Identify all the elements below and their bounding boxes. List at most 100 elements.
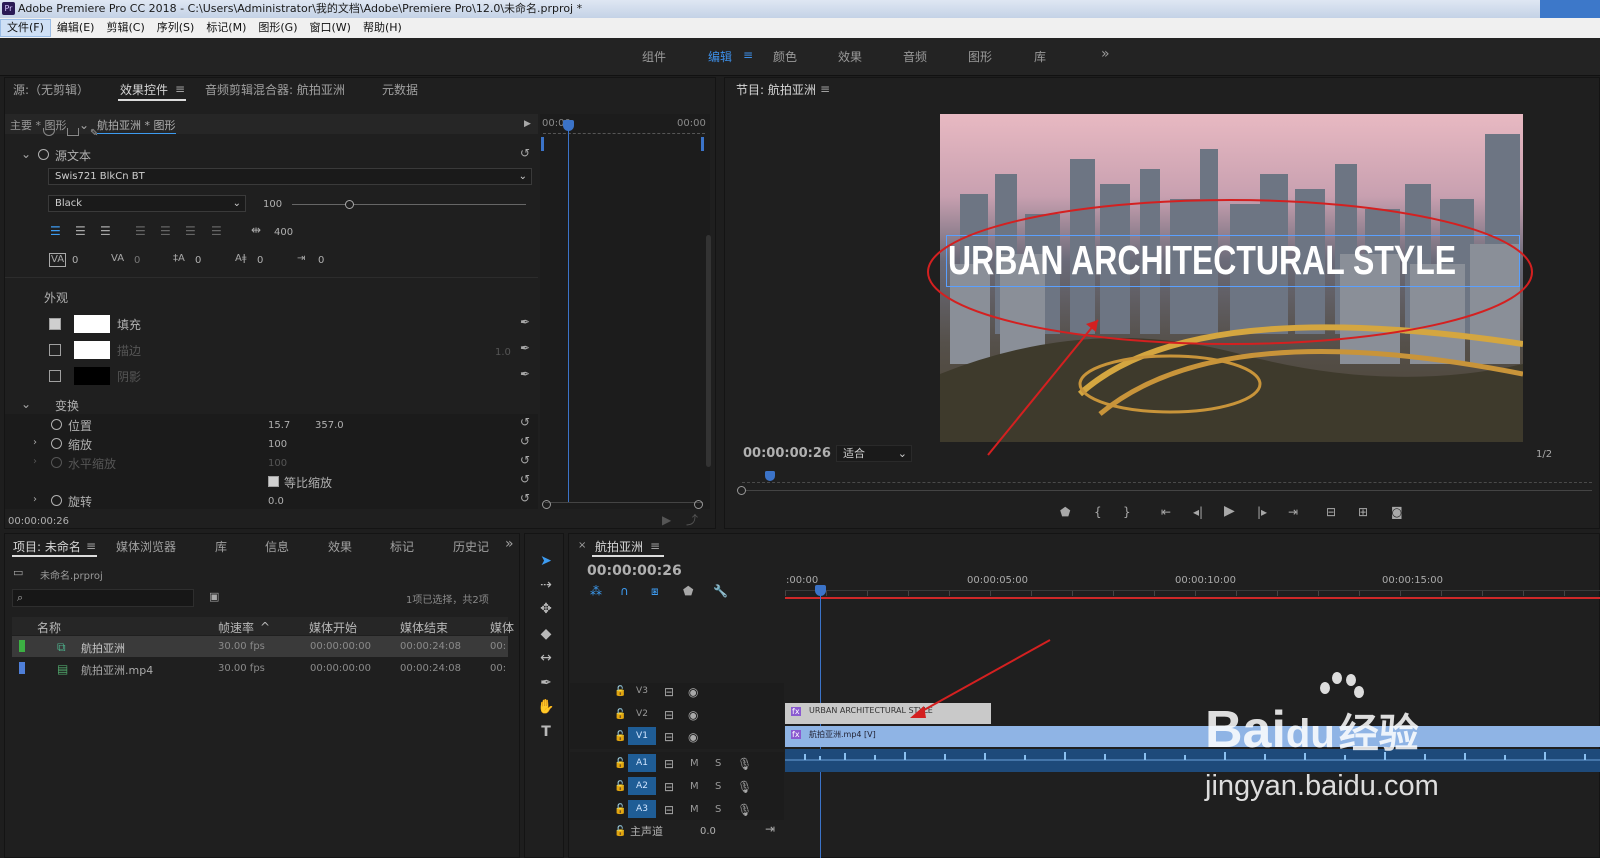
chevron-down-icon[interactable]: ⌄ [79,119,89,131]
extract-icon[interactable]: ⊞ [1358,506,1368,518]
mute-button[interactable]: M [690,758,699,769]
mark-in-icon[interactable]: { [1094,506,1102,518]
stopwatch-icon[interactable] [51,419,62,430]
font-style-dropdown[interactable]: Black ⌄ [48,195,246,212]
font-size-value[interactable]: 100 [263,199,282,210]
row-name[interactable]: 航拍亚洲.mp4 [81,662,153,678]
leading-value[interactable]: 0 [134,255,140,266]
program-timecode[interactable]: 00:00:00:26 [743,446,831,461]
baseline-shift-value[interactable]: 0 [195,255,201,266]
program-ruler[interactable] [742,482,1592,483]
menu-clip[interactable]: 剪辑(C) [100,18,150,38]
align-left-icon[interactable]: ☰ [50,225,61,237]
menu-help[interactable]: 帮助(H) [357,18,408,38]
selection-tool-icon[interactable]: ➤ [537,552,555,570]
tracking-value[interactable]: 400 [274,227,293,238]
lock-icon[interactable]: 🔓 [614,781,626,793]
window-controls[interactable] [1540,0,1600,18]
tab-project[interactable]: 项目: 未命名 [13,538,81,555]
resolution-value[interactable]: 1/2 [1536,449,1552,460]
menu-edit[interactable]: 编辑(E) [51,18,101,38]
col-media-start[interactable]: 媒体开始 [309,619,357,636]
tab-markers[interactable]: 标记 [390,538,414,555]
add-marker-icon[interactable]: ⬟ [1060,506,1070,518]
reset-uniform-icon[interactable]: ↺ [520,473,530,485]
menu-sequence[interactable]: 序列(S) [151,18,201,38]
timeline-ruler[interactable] [785,590,1600,596]
col-media-end[interactable]: 媒体结束 [400,619,448,636]
track-select-tool-icon[interactable]: ⇢ [537,576,555,594]
master-volume-value[interactable]: 0.0 [700,826,716,837]
shadow-checkbox[interactable] [49,370,61,382]
track-a2[interactable]: A2 [628,777,656,795]
nest-icon[interactable]: ⁂ [590,585,602,597]
lock-icon[interactable]: 🔓 [614,804,626,816]
source-text-chevron-icon[interactable]: ⌄ [21,148,31,160]
project-more-icon[interactable]: » [505,536,514,552]
stopwatch-icon[interactable] [51,495,62,506]
lock-icon[interactable]: 🔓 [614,758,626,770]
transform-chevron-icon[interactable]: ⌄ [21,398,31,410]
tab-effects[interactable]: 效果 [328,538,352,555]
workspace-color[interactable]: 颜色 [773,48,797,65]
menu-markers[interactable]: 标记(M) [200,18,252,38]
scale-expand-icon[interactable]: › [33,437,37,449]
shadow-color-swatch[interactable] [74,367,110,385]
font-size-slider-handle[interactable] [345,200,354,209]
tab-info[interactable]: 信息 [265,538,289,555]
lock-icon[interactable]: 🔓 [614,686,626,698]
hand-tool-icon[interactable]: ✋ [537,698,555,716]
row-name[interactable]: 航拍亚洲 [81,640,125,656]
mark-out-icon[interactable]: } [1123,506,1131,518]
rotation-value[interactable]: 0.0 [268,496,284,507]
align-right-icon[interactable]: ☰ [100,225,111,237]
workspace-audio[interactable]: 音频 [903,48,927,65]
align-center-icon[interactable]: ☰ [75,225,86,237]
sort-ascending-icon[interactable]: ^ [260,620,270,634]
tab-media-browser[interactable]: 媒体浏览器 [116,538,176,555]
sync-lock-icon[interactable]: ⊟ [664,686,674,698]
reset-rotation-icon[interactable]: ↺ [520,492,530,504]
sync-lock-icon[interactable]: ⊟ [664,804,674,816]
ripple-edit-tool-icon[interactable]: ✥ [537,600,555,618]
horizontal-scale-value[interactable]: 100 [268,458,287,469]
mute-button[interactable]: M [690,781,699,792]
wrench-icon[interactable]: 🔧 [713,585,728,597]
solo-button[interactable]: S [715,804,721,815]
uniform-scale-checkbox[interactable] [268,476,279,487]
reset-source-text-icon[interactable]: ↺ [520,147,530,159]
audio-clip[interactable] [785,749,1600,772]
track-v3[interactable]: V3 [628,682,656,700]
justify-all-icon[interactable]: ☰ [211,225,222,237]
col-name[interactable]: 名称 [37,619,61,636]
track-v2[interactable]: V2 [628,705,656,723]
kerning-value[interactable]: 0 [72,255,78,266]
col-fps[interactable]: 帧速率 [218,619,254,636]
position-y-value[interactable]: 357.0 [315,420,344,431]
col-media-duration[interactable]: 媒体 [490,619,514,636]
solo-button[interactable]: S [715,781,721,792]
workspace-graphics[interactable]: 图形 [968,48,992,65]
filter-icon[interactable]: ▶ [662,514,671,526]
stroke-width-value[interactable]: 1.0 [495,347,511,358]
program-playhead-icon[interactable] [765,471,775,481]
new-bin-from-search-icon[interactable]: ▣ [209,591,219,603]
timeline-title[interactable]: 航拍亚洲 [595,538,643,555]
tsume-value[interactable]: 0 [257,255,263,266]
justify-center-icon[interactable]: ☰ [160,225,171,237]
microphone-icon[interactable]: 🎙 [737,781,752,793]
step-forward-icon[interactable]: |▸ [1257,506,1267,518]
type-tool-icon[interactable]: T [537,723,555,741]
reset-hscale-icon[interactable]: ↺ [520,454,530,466]
effect-controls-menu-icon[interactable]: ≡ [175,82,185,96]
position-x-value[interactable]: 15.7 [268,420,290,431]
workspace-libraries[interactable]: 库 [1034,48,1046,65]
workspace-effects[interactable]: 效果 [838,48,862,65]
eye-icon[interactable]: ◉ [688,731,698,743]
project-search-input[interactable] [12,589,194,607]
eyedropper-icon[interactable]: ✒ [520,316,530,328]
go-to-in-icon[interactable]: ⇤ [1161,506,1171,518]
tab-libraries[interactable]: 库 [215,538,227,555]
clip-name[interactable]: 航拍亚洲 * 图形 [97,117,176,134]
ec-zoom-handle-left[interactable] [542,500,551,509]
